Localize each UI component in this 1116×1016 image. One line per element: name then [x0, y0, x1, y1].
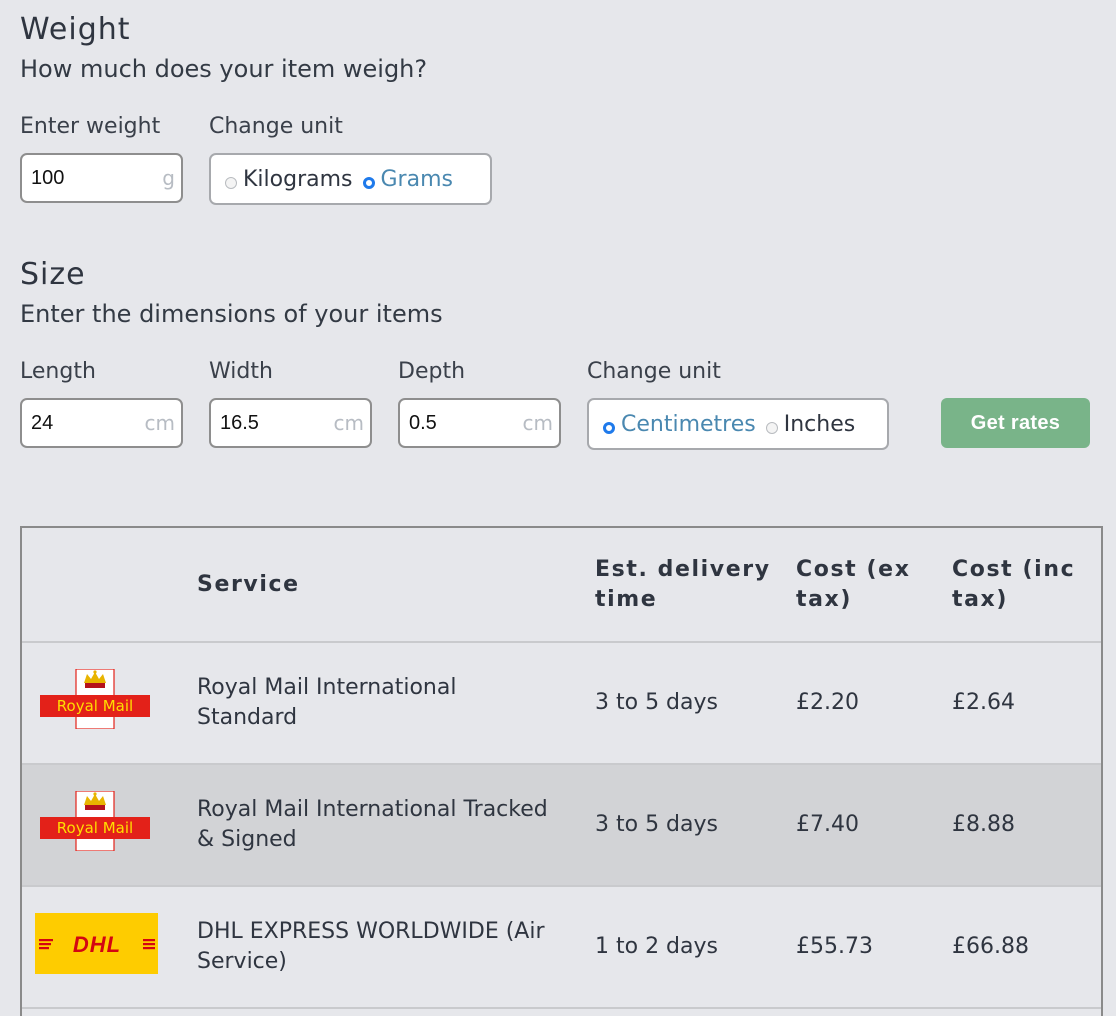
header-delivery: Est. delivery time [595, 555, 771, 615]
cost-inc-tax: £8.88 [952, 812, 1015, 837]
radio-centimetres-circle[interactable] [603, 422, 615, 434]
size-change-unit-label: Change unit [587, 359, 721, 384]
cost-inc-tax: £66.88 [952, 934, 1029, 959]
delivery-time: 3 to 5 days [595, 812, 718, 837]
table-header: Service Est. delivery time Cost (ex tax)… [22, 528, 1101, 643]
cost-ex-tax: £55.73 [796, 934, 873, 959]
weight-unit-suffix: g [162, 166, 175, 190]
radio-kilograms[interactable]: Kilograms [225, 167, 353, 192]
cost-ex-tax: £2.20 [796, 690, 859, 715]
service-name: Royal Mail International Tracked & Signe… [197, 797, 548, 852]
radio-inches[interactable]: Inches [765, 412, 855, 437]
delivery-time: 1 to 2 days [595, 934, 718, 959]
cost-inc-tax: £2.64 [952, 690, 1015, 715]
dhl-logo: DHL [35, 913, 158, 974]
header-cost-ex-line2: tax) [796, 587, 853, 612]
enter-weight-label: Enter weight [20, 114, 161, 139]
royal-mail-logo-graphic: Royal Mail [40, 669, 150, 729]
svg-text:Royal Mail: Royal Mail [57, 697, 133, 715]
header-cost-inc-tax: Cost (inc tax) [952, 555, 1075, 615]
depth-input-value: 0.5 [409, 412, 437, 434]
get-rates-button[interactable]: Get rates [941, 398, 1090, 448]
table-row[interactable]: Royal Mail Royal Mail International Stan… [22, 643, 1101, 765]
header-cost-ex-tax: Cost (ex tax) [796, 555, 911, 615]
service-name: DHL EXPRESS WORLDWIDE (Air Service) [197, 919, 545, 974]
radio-kilograms-label[interactable]: Kilograms [243, 167, 353, 192]
header-delivery-line2: time [595, 587, 658, 612]
width-label: Width [209, 359, 273, 384]
royal-mail-logo: Royal Mail [34, 669, 164, 731]
size-unit-radio-group: Centimetres Inches [587, 398, 889, 450]
weight-unit-radio-group: Kilograms Grams [209, 153, 492, 205]
table-row[interactable]: Royal Mail Royal Mail International Trac… [22, 765, 1101, 887]
depth-unit-suffix: cm [522, 411, 553, 435]
svg-text:Royal Mail: Royal Mail [57, 819, 133, 837]
radio-grams-label[interactable]: Grams [381, 167, 453, 192]
header-cost-inc-line1: Cost (inc [952, 557, 1076, 582]
size-title: Size [20, 257, 86, 292]
width-input-value: 16.5 [220, 412, 259, 434]
header-service: Service [197, 572, 300, 597]
header-delivery-line1: Est. delivery [595, 557, 771, 582]
shipping-rates-page: Weight How much does your item weigh? En… [0, 0, 1116, 1016]
length-input-value: 24 [31, 412, 54, 434]
rates-table: Service Est. delivery time Cost (ex tax)… [20, 526, 1103, 1016]
weight-input-value: 100 [31, 167, 65, 189]
length-unit-suffix: cm [144, 411, 175, 435]
royal-mail-logo: Royal Mail [34, 791, 164, 853]
weight-input[interactable]: 100 g [20, 153, 183, 203]
weight-change-unit-label: Change unit [209, 114, 343, 139]
size-subtitle: Enter the dimensions of your items [20, 300, 443, 328]
royal-mail-logo-graphic: Royal Mail [40, 791, 150, 851]
radio-grams[interactable]: Grams [362, 167, 453, 192]
radio-inches-label[interactable]: Inches [784, 412, 855, 437]
depth-label: Depth [398, 359, 466, 384]
table-row[interactable]: DHL DHL EXPRESS WORLDWIDE (Air Service) … [22, 887, 1101, 1009]
weight-title: Weight [20, 12, 131, 47]
radio-kilograms-circle[interactable] [225, 177, 237, 189]
depth-input[interactable]: 0.5 cm [398, 398, 561, 448]
length-input[interactable]: 24 cm [20, 398, 183, 448]
service-name: Royal Mail International Standard [197, 675, 457, 730]
radio-grams-circle[interactable] [362, 177, 375, 189]
width-input[interactable]: 16.5 cm [209, 398, 372, 448]
radio-centimetres-label[interactable]: Centimetres [621, 412, 756, 437]
delivery-time: 3 to 5 days [595, 690, 718, 715]
radio-centimetres[interactable]: Centimetres [603, 412, 756, 437]
cost-ex-tax: £7.40 [796, 812, 859, 837]
svg-text:DHL: DHL [73, 932, 121, 957]
length-label: Length [20, 359, 96, 384]
weight-subtitle: How much does your item weigh? [20, 55, 428, 83]
header-cost-ex-line1: Cost (ex [796, 557, 911, 582]
width-unit-suffix: cm [333, 411, 364, 435]
header-cost-inc-line2: tax) [952, 587, 1009, 612]
radio-inches-circle[interactable] [765, 422, 778, 434]
